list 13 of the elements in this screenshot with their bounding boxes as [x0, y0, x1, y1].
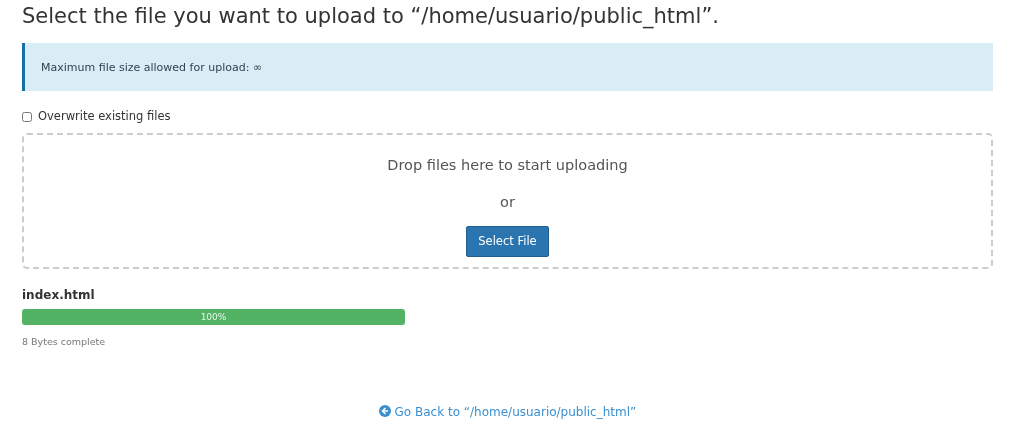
- overwrite-checkbox[interactable]: [22, 111, 32, 122]
- upload-status: 8 Bytes complete: [22, 336, 106, 348]
- back-link[interactable]: Go Back to “/home/usuario/public_html”: [22, 401, 993, 421]
- back-arrow-icon: [378, 405, 391, 418]
- select-file-button[interactable]: Select File: [466, 225, 549, 258]
- separator-text: or: [500, 194, 515, 211]
- progress-fill: 100%: [22, 309, 405, 326]
- file-name: index.html: [22, 288, 95, 303]
- drop-zone[interactable]: Drop files here to start uploading or Select File: [22, 133, 993, 270]
- notice-text: Maximum file size allowed for upload: ∞: [41, 61, 263, 75]
- checkbox-label: Overwrite existing files: [38, 108, 171, 126]
- page-heading: Select the file you want to upload to “/home/usuario/public_html”.: [22, 4, 720, 30]
- drop-prompt: Drop files here to start uploading: [387, 157, 628, 174]
